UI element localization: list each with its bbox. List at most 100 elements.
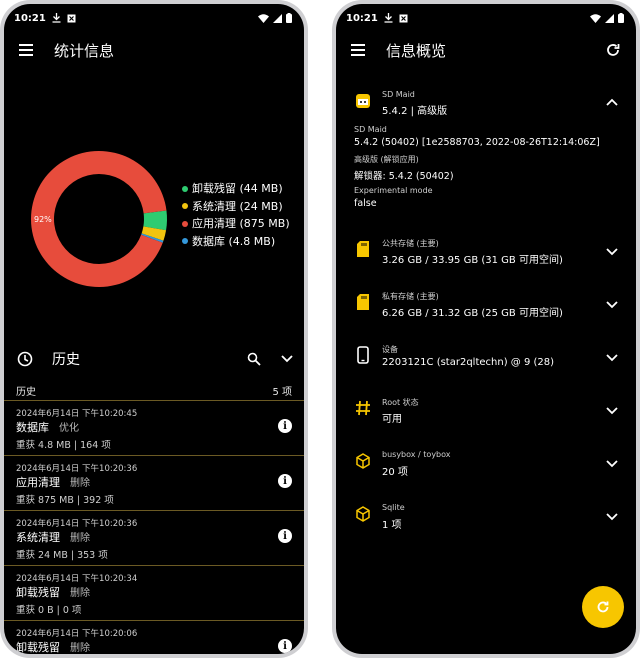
signal-icon [273, 13, 282, 23]
item-title-row: 系统清理 删除 [16, 529, 90, 545]
chevron-down-icon[interactable] [606, 246, 618, 258]
legend-dot [182, 238, 188, 245]
list-item[interactable]: 2024年6月14日 下午10:20:36 应用清理 删除 重获 875 MB … [4, 455, 304, 510]
chevron-down-icon[interactable] [280, 352, 294, 366]
detail-value: false [354, 198, 377, 209]
detail-key: 高级版 (解锁应用) [354, 155, 419, 164]
legend-label: 数据库 (4.8 MB) [192, 234, 276, 248]
item-action: 删除 [70, 478, 90, 489]
status-time: 10:21 [346, 12, 378, 24]
item-name: 数据库 [16, 421, 49, 434]
history-label: 历史 [16, 386, 36, 398]
chevron-down-icon[interactable] [606, 405, 618, 417]
item-detail: 重获 4.8 MB | 164 项 [16, 440, 111, 451]
item-detail: 重获 0 B | 0 项 [16, 605, 82, 616]
chart-legend: 卸载残留 (44 MB) 系统清理 (24 MB) 应用清理 (875 MB) 数据库… [182, 180, 290, 250]
device-section[interactable]: 设备 2203121C (star2qltechn) @ 9 (28) [336, 342, 636, 382]
item-timestamp: 2024年6月14日 下午10:20:45 [16, 409, 138, 419]
item-timestamp: 2024年6月14日 下午10:20:34 [16, 574, 138, 584]
section-title: Sqlite [382, 503, 405, 512]
item-action: 删除 [70, 643, 90, 654]
app-bar: 信息概览 [336, 34, 636, 66]
sqlite-section[interactable]: Sqlite 1 项 [336, 501, 636, 541]
sdmaid-title: SD Maid [382, 90, 415, 99]
section-title: 公共存储 (主要) [382, 239, 439, 248]
legend-label: 系统清理 (24 MB) [192, 199, 283, 213]
item-title-row: 应用清理 删除 [16, 474, 90, 490]
menu-icon[interactable] [16, 40, 36, 60]
detail-value: 5.4.2 (50402) [1e2588703, 2022-08-26T12:… [354, 137, 600, 148]
chevron-up-icon[interactable] [606, 96, 618, 108]
slice-percent-label: 92% [34, 215, 52, 224]
legend-item: 系统清理 (24 MB) [182, 198, 290, 216]
sdcard-icon [354, 240, 372, 258]
item-timestamp: 2024年6月14日 下午10:20:36 [16, 464, 138, 474]
detail-key: Experimental mode [354, 186, 433, 195]
item-detail: 重获 24 MB | 353 项 [16, 550, 108, 561]
chevron-down-icon[interactable] [606, 458, 618, 470]
status-time: 10:21 [14, 12, 46, 24]
item-action: 删除 [70, 588, 90, 599]
page-title: 统计信息 [54, 41, 115, 60]
section-title: busybox / toybox [382, 450, 451, 459]
list-item[interactable]: 2024年6月14日 下午10:20:06 卸载残留 删除 i [4, 620, 304, 654]
item-name: 系统清理 [16, 531, 60, 544]
item-timestamp: 2024年6月14日 下午10:20:36 [16, 519, 138, 529]
sdcard-icon [354, 293, 372, 311]
info-icon[interactable]: i [278, 474, 292, 488]
wifi-icon [258, 13, 269, 23]
sdmaid-detail-pro: 高级版 (解锁应用) 解锁器: 5.4.2 (50402) [354, 154, 454, 182]
legend-dot [182, 203, 188, 210]
chevron-down-icon[interactable] [606, 299, 618, 311]
list-item[interactable]: 2024年6月14日 下午10:20:45 数据库 优化 重获 4.8 MB |… [4, 400, 304, 455]
clock-icon [16, 350, 34, 368]
section-value: 1 项 [382, 520, 402, 531]
page-title: 信息概览 [386, 41, 447, 60]
box-icon [354, 505, 372, 523]
legend-dot [182, 185, 188, 192]
history-count: 5 项 [272, 386, 292, 398]
legend-dot [182, 220, 188, 227]
box-icon [354, 452, 372, 470]
sdmaid-value: 5.4.2 | 高级版 [382, 106, 448, 117]
busybox-section[interactable]: busybox / toybox 20 项 [336, 448, 636, 488]
root-status-section[interactable]: Root 状态 可用 [336, 395, 636, 435]
item-title-row: 卸载残留 删除 [16, 639, 90, 654]
history-title: 历史 [52, 352, 80, 368]
detail-value: 解锁器: 5.4.2 (50402) [354, 171, 454, 182]
detail-key: SD Maid [354, 125, 387, 134]
battery-icon [618, 13, 624, 23]
search-icon[interactable] [246, 351, 262, 367]
refresh-fab[interactable] [582, 586, 624, 628]
item-name: 应用清理 [16, 476, 60, 489]
item-name: 卸载残留 [16, 586, 60, 599]
signal-icon [605, 13, 614, 23]
phone-icon [354, 346, 372, 364]
right-phone-frame: 10:21 信息概览 SD Maid 5.4.2 | 高级版 SD Maid 5… [332, 0, 640, 658]
left-phone-frame: 10:21 统计信息 92% 卸载残留 (44 MB) 系统清理 (24 MB)… [0, 0, 308, 658]
public-storage-section[interactable]: 公共存储 (主要) 3.26 GB / 33.95 GB (31 GB 可用空间… [336, 236, 636, 276]
list-item[interactable]: 2024年6月14日 下午10:20:34 卸载残留 删除 重获 0 B | 0… [4, 565, 304, 620]
chevron-down-icon[interactable] [606, 511, 618, 523]
info-icon[interactable]: i [278, 529, 292, 543]
menu-icon[interactable] [348, 40, 368, 60]
status-bar: 10:21 [14, 10, 292, 26]
item-action: 优化 [59, 423, 79, 434]
chevron-down-icon[interactable] [606, 352, 618, 364]
info-icon[interactable]: i [278, 639, 292, 653]
download-icon [384, 13, 393, 23]
legend-label: 卸载残留 (44 MB) [192, 182, 283, 195]
wifi-icon [590, 13, 601, 23]
item-title-row: 数据库 优化 [16, 419, 79, 435]
hash-icon [354, 399, 372, 417]
history-subheader: 历史 5 项 [4, 380, 304, 400]
status-bar: 10:21 [346, 10, 624, 26]
section-value: 2203121C (star2qltechn) @ 9 (28) [382, 357, 555, 368]
refresh-icon[interactable] [604, 41, 622, 59]
info-icon[interactable]: i [278, 419, 292, 433]
legend-label: 应用清理 (875 MB) [192, 217, 290, 230]
private-storage-section[interactable]: 私有存储 (主要) 6.26 GB / 31.32 GB (25 GB 可用空间… [336, 289, 636, 329]
list-item[interactable]: 2024年6月14日 下午10:20:36 系统清理 删除 重获 24 MB |… [4, 510, 304, 565]
statistics-screen: 10:21 统计信息 92% 卸载残留 (44 MB) 系统清理 (24 MB)… [4, 4, 304, 654]
sdmaid-section[interactable]: SD Maid 5.4.2 | 高级版 SD Maid 5.4.2 (50402… [336, 88, 636, 209]
